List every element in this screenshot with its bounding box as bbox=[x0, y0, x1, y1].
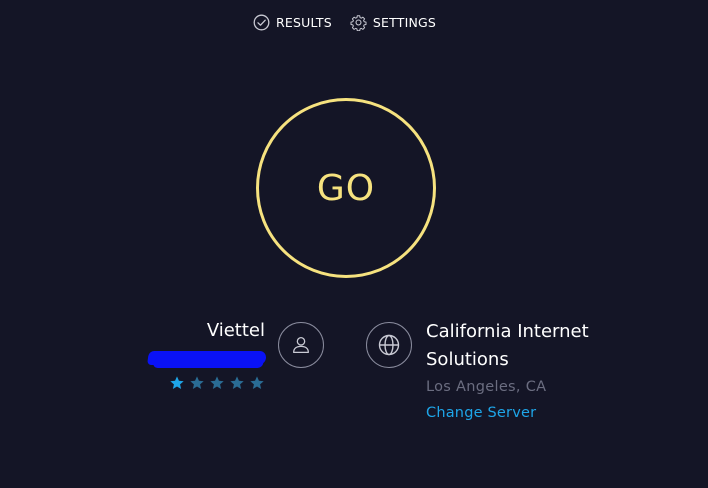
star-icon[interactable] bbox=[249, 375, 265, 391]
star-icon[interactable] bbox=[189, 375, 205, 391]
top-nav: RESULTS SETTINGS bbox=[253, 12, 436, 32]
check-circle-icon bbox=[253, 14, 270, 31]
change-server-link[interactable]: Change Server bbox=[426, 405, 536, 421]
star-icon[interactable] bbox=[169, 375, 185, 391]
go-button[interactable]: GO bbox=[256, 98, 436, 278]
settings-label: SETTINGS bbox=[372, 14, 437, 30]
star-icon[interactable] bbox=[229, 375, 245, 391]
redaction-mark bbox=[147, 351, 267, 365]
speedtest-page: RESULTS SETTINGS GO Viettel California I… bbox=[0, 0, 708, 488]
settings-nav-item[interactable]: SETTINGS bbox=[350, 14, 436, 31]
server-location: Los Angeles, CA bbox=[426, 379, 547, 395]
isp-name: Viettel bbox=[206, 320, 265, 341]
results-label: RESULTS bbox=[276, 14, 332, 30]
user-icon bbox=[278, 322, 324, 368]
globe-icon bbox=[366, 322, 412, 368]
results-nav-item[interactable]: RESULTS bbox=[253, 14, 332, 31]
go-label: GO bbox=[316, 167, 376, 209]
isp-rating[interactable] bbox=[169, 375, 265, 391]
gear-icon bbox=[350, 14, 367, 31]
server-name: California Internet Solutions bbox=[426, 321, 589, 370]
star-icon[interactable] bbox=[209, 375, 225, 391]
